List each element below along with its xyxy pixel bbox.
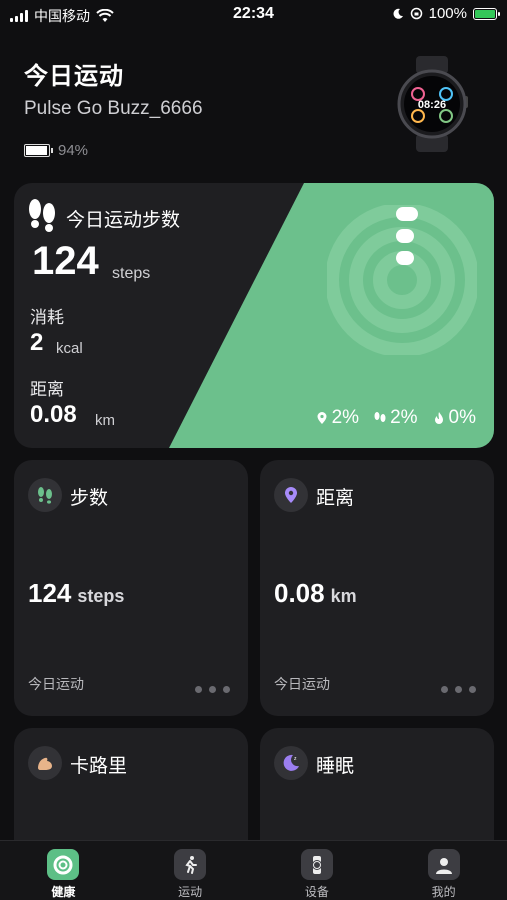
calories-value: 2 [30, 329, 44, 356]
svg-text:z: z [294, 756, 297, 762]
orientation-lock-icon [410, 7, 422, 20]
distance-tile-unit: km [330, 586, 357, 606]
steps-tile-footer: 今日运动 [28, 676, 84, 692]
calories-progress-value: 0% [448, 407, 476, 428]
health-ring-icon [47, 849, 80, 880]
distance-tile[interactable]: 距离 0.08 km 今日运动 [260, 460, 494, 716]
page-title: 今日运动 [24, 63, 124, 90]
device-battery: 94% [24, 142, 88, 159]
steps-tile-unit: steps [77, 586, 125, 606]
battery-percent: 100% [428, 5, 467, 22]
calories-unit: kcal [56, 340, 83, 357]
moon-icon [393, 8, 403, 19]
distance-tile-value: 0.08 [274, 578, 325, 608]
bottom-tab-bar: 健康 运动 设备 我的 [0, 840, 507, 900]
profile-icon [427, 849, 460, 880]
device-name[interactable]: Pulse Go Buzz_6666 [24, 98, 203, 120]
tab-health-label: 健康 [51, 885, 76, 899]
today-steps-card[interactable]: 今日运动步数 124 steps 消耗 2 kcal 距离 0.08 km 2%… [14, 183, 494, 448]
steps-progress: 2% [373, 407, 418, 429]
footprints-icon [28, 478, 62, 512]
smartwatch-image[interactable]: 08:26 [396, 56, 468, 152]
tab-profile[interactable]: 我的 [380, 841, 507, 900]
tab-exercise-label: 运动 [178, 885, 203, 899]
steps-progress-value: 2% [390, 407, 418, 428]
hero-title: 今日运动步数 [66, 210, 181, 231]
watch-icon [300, 849, 333, 880]
location-pin-icon [274, 478, 308, 512]
status-bar: 中国移动 22:34 100% [0, 0, 507, 28]
distance-tile-title: 距离 [316, 488, 355, 509]
watch-face-time: 08:26 [418, 99, 446, 111]
hero-progress-stats: 2% 2% 0% [315, 407, 476, 429]
device-battery-icon [24, 144, 53, 157]
location-pin-icon [317, 412, 327, 424]
hero-steps-value: 124 [32, 239, 99, 283]
arm-icon [28, 746, 62, 780]
sleep-tile-title: 睡眠 [316, 756, 355, 777]
distance-tile-footer: 今日运动 [274, 676, 330, 692]
tab-profile-label: 我的 [431, 885, 456, 899]
steps-tile[interactable]: 步数 124 steps 今日运动 [14, 460, 248, 716]
flame-icon [434, 412, 443, 424]
moon-icon: z [274, 746, 308, 780]
distance-progress-value: 2% [331, 407, 360, 428]
tab-exercise[interactable]: 运动 [127, 841, 254, 900]
distance-tile-value-row: 0.08 km [274, 578, 357, 609]
distance-label: 距离 [30, 380, 64, 399]
battery-icon [473, 7, 500, 20]
distance-unit: km [95, 412, 115, 429]
tab-device[interactable]: 设备 [254, 841, 381, 900]
status-right: 100% [392, 5, 500, 22]
distance-progress: 2% [315, 407, 359, 429]
calories-progress: 0% [432, 407, 476, 429]
calories-label: 消耗 [30, 308, 64, 327]
steps-tile-value: 124 [28, 578, 72, 608]
calories-tile-title: 卡路里 [70, 756, 128, 777]
tab-health[interactable]: 健康 [0, 841, 127, 900]
footprints-icon [374, 412, 386, 422]
distance-value: 0.08 [30, 401, 77, 428]
more-options-icon[interactable] [195, 686, 230, 693]
running-icon [174, 849, 207, 880]
ring-markers [396, 207, 418, 265]
steps-tile-title: 步数 [70, 488, 109, 509]
hero-steps-unit: steps [112, 265, 151, 282]
device-battery-percent: 94% [58, 142, 89, 159]
steps-tile-value-row: 124 steps [28, 578, 124, 609]
footprints-icon [29, 199, 55, 232]
more-options-icon[interactable] [441, 686, 476, 693]
tab-device-label: 设备 [304, 885, 329, 899]
